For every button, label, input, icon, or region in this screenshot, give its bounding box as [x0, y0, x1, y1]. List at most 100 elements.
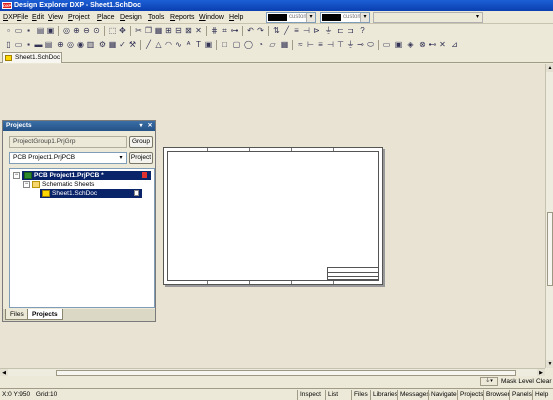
pin-icon[interactable]: ⊸ — [356, 40, 365, 49]
status-button-messages[interactable]: Messages — [397, 390, 432, 400]
menu-view[interactable]: View — [48, 13, 63, 22]
menu-reports[interactable]: Reports — [170, 13, 195, 22]
print-icon[interactable]: ▤ — [36, 26, 45, 35]
panel-menu-icon[interactable]: ▾ — [137, 121, 145, 131]
tree-item-document[interactable]: Sheet1.SchDoc — [40, 189, 142, 198]
vertical-scrollbar[interactable]: ▲ ▼ — [545, 64, 553, 368]
hierarchy-icon[interactable]: ⊶ — [230, 26, 239, 35]
bus-entry-icon[interactable]: ⊢ — [306, 40, 315, 49]
menu-place[interactable]: Place — [97, 13, 115, 22]
power-port-icon[interactable]: ⊤ — [336, 40, 345, 49]
save-sheet-icon[interactable]: ▪ — [24, 40, 33, 49]
delete-icon[interactable]: ✕ — [438, 40, 447, 49]
sheet-entry-icon[interactable]: ▣ — [394, 40, 403, 49]
status-button-list[interactable]: List — [325, 390, 340, 400]
port-icon[interactable]: ⊳ — [312, 26, 321, 35]
chevron-down-icon[interactable]: ▾ — [306, 13, 315, 22]
schematic-sheet[interactable] — [163, 147, 383, 285]
tab-files[interactable]: Files — [5, 309, 29, 320]
status-button-inspect[interactable]: Inspect — [297, 390, 323, 400]
menu-file[interactable]: File — [17, 13, 28, 22]
sheet-symbol-icon[interactable]: ▭ — [382, 40, 391, 49]
menu-edit[interactable]: Edit — [32, 13, 44, 22]
status-button-projects[interactable]: Projects — [457, 390, 485, 400]
text-frame-icon[interactable]: ᴬ — [184, 40, 193, 49]
filter-combo[interactable]: ▾ — [373, 12, 483, 23]
undo-icon[interactable]: ↶ — [246, 26, 255, 35]
redo-icon[interactable]: ↷ — [256, 26, 265, 35]
array-icon[interactable]: ▦ — [280, 40, 289, 49]
sheet-symbol-icon[interactable]: ⊐ — [346, 26, 355, 35]
power-icon[interactable]: ⏚ — [324, 26, 333, 35]
save-all-icon[interactable]: ▬ — [34, 40, 43, 49]
no-erc-icon[interactable]: ⊗ — [418, 40, 427, 49]
status-button-navigate[interactable]: Navigate — [428, 390, 459, 400]
menu-tools[interactable]: Tools — [148, 13, 164, 22]
zoom-out-icon[interactable]: ⊖ — [82, 26, 91, 35]
cross-probe-icon[interactable]: ✕ — [194, 26, 203, 35]
tree-item-folder[interactable]: Schematic Sheets — [32, 180, 132, 189]
project-select[interactable]: PCB Project1.PrjPCB ▾ — [9, 152, 127, 164]
move-icon[interactable]: ✥ — [118, 26, 127, 35]
part-icon[interactable]: ◈ — [406, 40, 415, 49]
scroll-up-icon[interactable]: ▲ — [546, 64, 553, 72]
bus-icon[interactable]: ≡ — [292, 26, 301, 35]
netlabel-icon[interactable]: ⊣ — [326, 40, 335, 49]
cut-icon[interactable]: ✂ — [134, 26, 143, 35]
wire-icon[interactable]: ≈ — [296, 40, 305, 49]
color-combo-2[interactable]: custom ▾ — [320, 12, 370, 23]
paste-icon[interactable]: ▦ — [154, 26, 163, 35]
help-icon[interactable]: ? — [358, 26, 367, 35]
library-icon[interactable]: ▥ — [86, 40, 95, 49]
status-button-libraries[interactable]: Libraries — [370, 390, 400, 400]
chevron-down-icon[interactable]: ▾ — [473, 13, 482, 22]
zoom-fit-icon[interactable]: ⊙ — [92, 26, 101, 35]
zoom-area-icon[interactable]: ◎ — [66, 40, 75, 49]
rectangle-icon[interactable]: □ — [220, 40, 229, 49]
line-icon[interactable]: ╱ — [144, 40, 153, 49]
save-icon[interactable]: ▪ — [24, 26, 33, 35]
new-sheet-icon[interactable]: ▯ — [4, 40, 13, 49]
directive-icon[interactable]: ⊿ — [450, 40, 459, 49]
menu-help[interactable]: Help — [229, 13, 243, 22]
menu-project[interactable]: Project — [68, 13, 90, 22]
port-icon[interactable]: ⬭ — [366, 40, 375, 49]
close-icon[interactable]: ✕ — [146, 121, 154, 131]
copy-icon[interactable]: ❐ — [144, 26, 153, 35]
tree-expander-icon[interactable]: − — [23, 181, 30, 188]
snap-icon[interactable]: ⌗ — [220, 26, 229, 35]
arc-icon[interactable]: ◠ — [164, 40, 173, 49]
tab-projects[interactable]: Projects — [27, 309, 63, 320]
browse-icon[interactable]: ⊕ — [56, 40, 65, 49]
open-sheet-icon[interactable]: ▭ — [14, 40, 23, 49]
align-icon[interactable]: ⊠ — [184, 26, 193, 35]
tab-sheet1-schdoc[interactable]: Sheet1.SchDoc — [2, 52, 62, 63]
project-button[interactable]: Project — [129, 152, 153, 164]
zoom-icon[interactable]: ◎ — [62, 26, 71, 35]
bus-icon[interactable]: ≡ — [316, 40, 325, 49]
zoom-in-icon[interactable]: ⊕ — [72, 26, 81, 35]
menu-dxp[interactable]: DXP — [3, 13, 17, 22]
status-button-files[interactable]: Files — [351, 390, 370, 400]
bezier-icon[interactable]: ∿ — [174, 40, 183, 49]
rounded-rectangle-icon[interactable]: ▢ — [232, 40, 241, 49]
color-combo-1[interactable]: custom ▾ — [266, 12, 316, 23]
new-icon[interactable]: ▫ — [4, 26, 13, 35]
open-icon[interactable]: ▭ — [14, 26, 23, 35]
polygon-icon[interactable]: △ — [154, 40, 163, 49]
verify-icon[interactable]: ✓ — [118, 40, 127, 49]
menu-window[interactable]: Window — [199, 13, 224, 22]
grid-icon[interactable]: ⋕ — [210, 26, 219, 35]
select-area-icon[interactable]: ⊞ — [164, 26, 173, 35]
compile-icon[interactable]: ⚙ — [98, 40, 107, 49]
netlabel-icon[interactable]: ⊣ — [302, 26, 311, 35]
settings-icon[interactable]: ⚒ — [128, 40, 137, 49]
image-icon[interactable]: ▣ — [204, 40, 213, 49]
ellipse-icon[interactable]: ◯ — [244, 40, 253, 49]
up-down-hierarchy-icon[interactable]: ⇅ — [272, 26, 281, 35]
zoom-selected-icon[interactable]: ◉ — [76, 40, 85, 49]
tree-expander-icon[interactable]: − — [13, 172, 20, 179]
vertical-scroll-thumb[interactable] — [547, 212, 553, 286]
print-icon[interactable]: ▤ — [44, 40, 53, 49]
deselect-icon[interactable]: ⊟ — [174, 26, 183, 35]
